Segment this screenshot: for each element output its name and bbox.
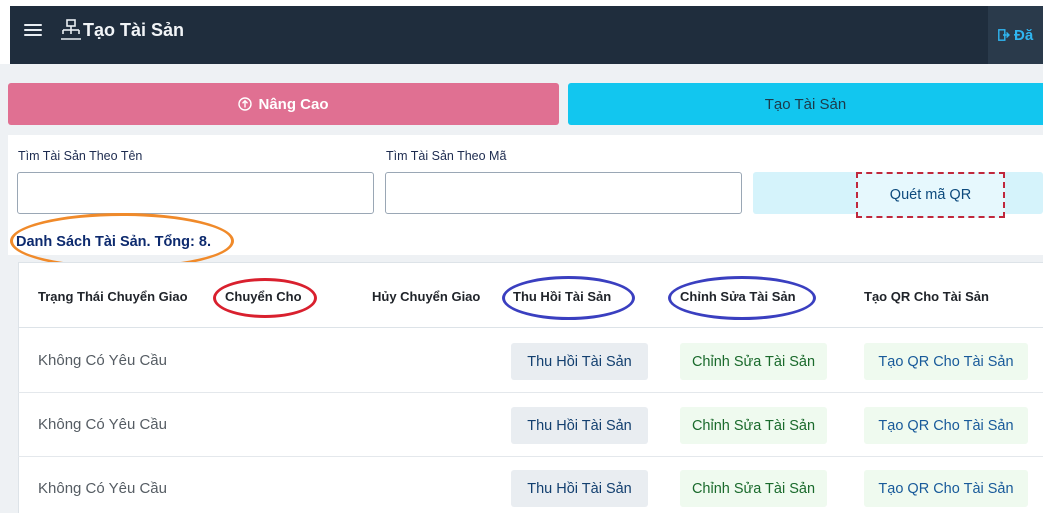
column-header-recall-asset: Thu Hồi Tài Sản bbox=[513, 289, 612, 304]
row-2-status: Không Có Yêu Cầu bbox=[38, 416, 167, 433]
search-by-code-input[interactable] bbox=[385, 172, 742, 214]
logout-icon bbox=[998, 29, 1010, 41]
search-by-code-label: Tìm Tài Sản Theo Mã bbox=[386, 149, 507, 163]
row-3-qr-button[interactable]: Tạo QR Cho Tài Sản bbox=[864, 470, 1028, 507]
column-header-cancel-transfer: Hủy Chuyển Giao bbox=[372, 289, 481, 304]
row-1-recall-button[interactable]: Thu Hồi Tài Sản bbox=[511, 343, 648, 380]
search-by-name-input[interactable] bbox=[17, 172, 374, 214]
create-asset-button[interactable]: Tạo Tài Sản bbox=[568, 83, 1043, 125]
advanced-button[interactable]: Nâng Cao bbox=[8, 83, 559, 125]
arrow-up-circle-icon bbox=[238, 97, 253, 111]
create-asset-label: Tạo Tài Sản bbox=[764, 95, 847, 113]
row-divider bbox=[18, 456, 1043, 457]
row-2-recall-button[interactable]: Thu Hồi Tài Sản bbox=[511, 407, 648, 444]
page-title: Tạo Tài Sản bbox=[83, 20, 185, 40]
column-header-edit-asset: Chỉnh Sửa Tài Sản bbox=[680, 289, 796, 304]
hamburger-menu-icon[interactable] bbox=[24, 20, 42, 40]
column-header-create-qr: Tạo QR Cho Tài Sản bbox=[864, 289, 989, 304]
advanced-label: Nâng Cao bbox=[258, 95, 329, 113]
logout-label: Đă bbox=[1014, 26, 1034, 44]
asset-hierarchy-icon bbox=[61, 19, 81, 40]
logout-button[interactable]: Đă bbox=[988, 6, 1043, 64]
row-2-qr-button[interactable]: Tạo QR Cho Tài Sản bbox=[864, 407, 1028, 444]
row-divider bbox=[18, 392, 1043, 393]
row-1-status: Không Có Yêu Cầu bbox=[38, 352, 167, 369]
row-3-edit-button[interactable]: Chỉnh Sửa Tài Sản bbox=[680, 470, 827, 507]
column-header-transfer-status: Trạng Thái Chuyển Giao bbox=[38, 289, 188, 304]
search-by-name-label: Tìm Tài Sản Theo Tên bbox=[18, 149, 143, 163]
asset-list-title: Danh Sách Tài Sản. Tổng: 8. bbox=[16, 234, 211, 250]
row-2-edit-button[interactable]: Chỉnh Sửa Tài Sản bbox=[680, 407, 827, 444]
scan-qr-button[interactable]: Quét mã QR bbox=[856, 172, 1005, 218]
table-header-divider bbox=[18, 327, 1043, 328]
scan-qr-label: Quét mã QR bbox=[889, 187, 972, 203]
row-3-recall-button[interactable]: Thu Hồi Tài Sản bbox=[511, 470, 648, 507]
top-navbar: Tạo Tài Sản Đă bbox=[10, 6, 1043, 64]
row-1-edit-button[interactable]: Chỉnh Sửa Tài Sản bbox=[680, 343, 827, 380]
column-header-transfer-to: Chuyển Cho bbox=[225, 289, 302, 304]
row-1-qr-button[interactable]: Tạo QR Cho Tài Sản bbox=[864, 343, 1028, 380]
row-3-status: Không Có Yêu Cầu bbox=[38, 480, 167, 497]
